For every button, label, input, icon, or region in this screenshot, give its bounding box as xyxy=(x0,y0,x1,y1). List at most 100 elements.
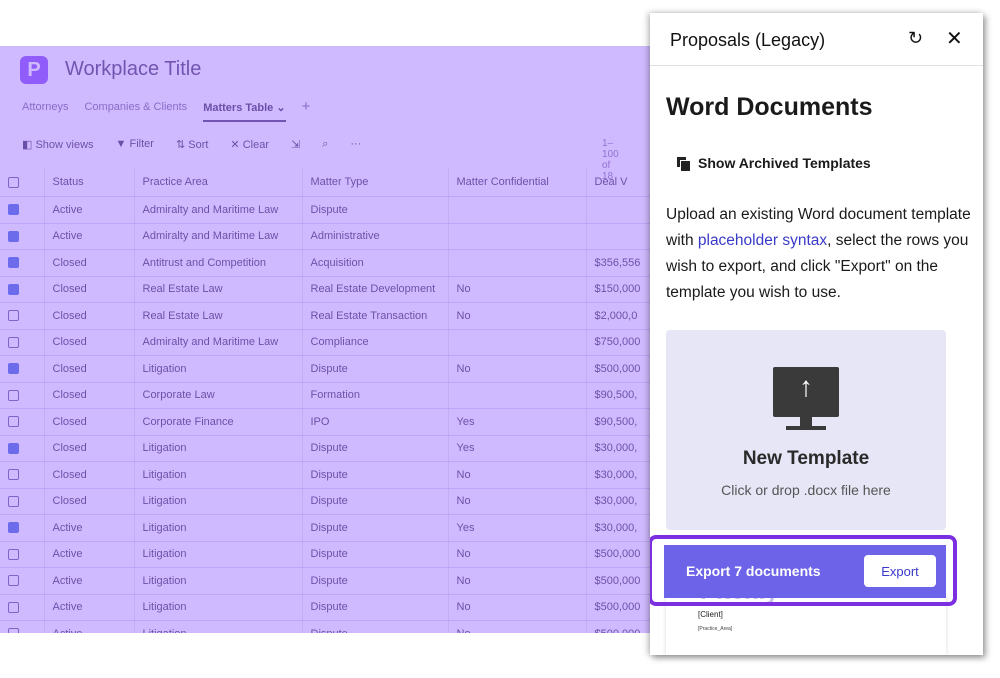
cell-deal[interactable]: $500,000 xyxy=(586,541,660,568)
cell-conf[interactable] xyxy=(448,329,587,356)
cell-conf[interactable]: No xyxy=(448,620,587,633)
row-checkbox[interactable] xyxy=(0,567,45,595)
cell-status[interactable]: Closed xyxy=(44,329,135,356)
cell-type[interactable]: Acquisition xyxy=(302,249,449,277)
table-row[interactable]: Closed Real Estate Law Real Estate Develop… xyxy=(0,276,660,303)
table-row[interactable]: Closed Litigation Dispute Yes $30,000, xyxy=(0,435,660,462)
cell-status[interactable]: Closed xyxy=(44,408,135,436)
cell-status[interactable]: Active xyxy=(44,567,135,595)
cell-deal[interactable]: $500,000 xyxy=(586,567,660,595)
column-header[interactable]: Matter Type xyxy=(302,168,449,197)
sort-button[interactable]: ⇅ Sort xyxy=(176,138,208,151)
cell-deal[interactable] xyxy=(586,196,660,224)
row-checkbox[interactable] xyxy=(0,620,45,633)
cell-status[interactable]: Closed xyxy=(44,488,135,515)
row-checkbox[interactable] xyxy=(0,223,45,250)
cell-area[interactable]: Real Estate Law xyxy=(134,276,303,303)
cell-area[interactable]: Litigation xyxy=(134,567,303,595)
table-row[interactable]: Closed Litigation Dispute No $30,000, xyxy=(0,461,660,489)
cell-type[interactable]: Dispute xyxy=(302,355,449,383)
cell-conf[interactable]: Yes xyxy=(448,514,587,542)
table-row[interactable]: Active Litigation Dispute Yes $30,000, xyxy=(0,514,660,542)
cell-type[interactable]: Real Estate Transaction xyxy=(302,302,449,330)
cell-area[interactable]: Litigation xyxy=(134,620,303,633)
table-row[interactable]: Closed Corporate Finance IPO Yes $90,500, xyxy=(0,408,660,436)
table-row[interactable]: Closed Corporate Law Formation $90,500, xyxy=(0,382,660,409)
cell-type[interactable]: Dispute xyxy=(302,620,449,633)
cell-type[interactable]: IPO xyxy=(302,408,449,436)
close-icon[interactable]: ✕ xyxy=(946,26,963,51)
refresh-icon[interactable]: ↻ xyxy=(908,28,923,49)
cell-conf[interactable]: No xyxy=(448,567,587,595)
cell-status[interactable]: Closed xyxy=(44,461,135,489)
cell-area[interactable]: Admiralty and Maritime Law xyxy=(134,196,303,224)
cell-deal[interactable]: $30,000, xyxy=(586,461,660,489)
cell-deal[interactable]: $150,000 xyxy=(586,276,660,303)
cell-conf[interactable] xyxy=(448,223,587,250)
cell-area[interactable]: Litigation xyxy=(134,488,303,515)
new-template-dropzone[interactable]: ↑ New Template Click or drop .docx file … xyxy=(666,330,946,530)
collapse-icon[interactable]: ⇲ xyxy=(291,138,300,151)
cell-deal[interactable]: $356,556 xyxy=(586,249,660,277)
cell-status[interactable]: Active xyxy=(44,594,135,621)
cell-status[interactable]: Closed xyxy=(44,249,135,277)
table-row[interactable]: ActiveLitigationDisputeNo$500,000 xyxy=(0,567,660,595)
table-row[interactable]: ActiveLitigationDisputeNo$500,000 xyxy=(0,541,660,568)
cell-deal[interactable]: $500,000 xyxy=(586,594,660,621)
cell-type[interactable]: Real Estate Development xyxy=(302,276,449,303)
cell-conf[interactable]: No xyxy=(448,355,587,383)
row-checkbox[interactable] xyxy=(0,329,45,356)
row-checkbox[interactable] xyxy=(0,196,45,224)
cell-area[interactable]: Corporate Law xyxy=(134,382,303,409)
placeholder-syntax-link[interactable]: placeholder syntax xyxy=(698,232,827,249)
cell-status[interactable]: Active xyxy=(44,196,135,224)
cell-conf[interactable] xyxy=(448,382,587,409)
cell-type[interactable]: Compliance xyxy=(302,329,449,356)
cell-area[interactable]: Litigation xyxy=(134,461,303,489)
cell-area[interactable]: Admiralty and Maritime Law xyxy=(134,329,303,356)
cell-conf[interactable]: No xyxy=(448,276,587,303)
cell-type[interactable]: Formation xyxy=(302,382,449,409)
cell-area[interactable]: Admiralty and Maritime Law xyxy=(134,223,303,250)
cell-area[interactable]: Litigation xyxy=(134,541,303,568)
cell-deal[interactable]: $500,000 xyxy=(586,355,660,383)
cell-deal[interactable]: $90,500, xyxy=(586,382,660,409)
table-row[interactable]: Closed Antitrust and Competition Acquisiti… xyxy=(0,249,660,277)
cell-status[interactable]: Closed xyxy=(44,355,135,383)
cell-status[interactable]: Closed xyxy=(44,435,135,462)
cell-deal[interactable]: $90,500, xyxy=(586,408,660,436)
row-checkbox[interactable] xyxy=(0,302,45,330)
more-icon[interactable]: ··· xyxy=(350,138,361,151)
filter-button[interactable]: ▼ Filter xyxy=(116,138,154,151)
row-checkbox[interactable] xyxy=(0,276,45,303)
cell-status[interactable]: Active xyxy=(44,620,135,633)
column-header[interactable]: Practice Area xyxy=(134,168,303,197)
cell-area[interactable]: Litigation xyxy=(134,594,303,621)
cell-conf[interactable]: No xyxy=(448,541,587,568)
cell-deal[interactable]: $30,000, xyxy=(586,435,660,462)
column-header[interactable]: Deal V xyxy=(586,168,660,197)
cell-conf[interactable]: No xyxy=(448,302,587,330)
select-all-checkbox[interactable] xyxy=(0,168,45,197)
table-row[interactable]: Closed Real Estate Law Real Estate Transac… xyxy=(0,302,660,330)
cell-conf[interactable]: Yes xyxy=(448,435,587,462)
cell-type[interactable]: Dispute xyxy=(302,196,449,224)
cell-type[interactable]: Dispute xyxy=(302,567,449,595)
cell-type[interactable]: Dispute xyxy=(302,461,449,489)
cell-type[interactable]: Dispute xyxy=(302,594,449,621)
show-views-button[interactable]: ◧ Show views xyxy=(22,138,94,151)
cell-type[interactable]: Dispute xyxy=(302,541,449,568)
row-checkbox[interactable] xyxy=(0,488,45,515)
column-header[interactable]: Matter Confidential xyxy=(448,168,587,197)
cell-conf[interactable]: No xyxy=(448,461,587,489)
cell-conf[interactable]: No xyxy=(448,488,587,515)
cell-area[interactable]: Corporate Finance xyxy=(134,408,303,436)
cell-area[interactable]: Real Estate Law xyxy=(134,302,303,330)
row-checkbox[interactable] xyxy=(0,461,45,489)
cell-type[interactable]: Administrative xyxy=(302,223,449,250)
table-row[interactable]: ActiveLitigationDisputeNo$500,000 xyxy=(0,594,660,621)
clear-button[interactable]: ✕ Clear xyxy=(230,138,269,151)
cell-deal[interactable]: $500,000 xyxy=(586,620,660,633)
row-checkbox[interactable] xyxy=(0,541,45,568)
table-row[interactable]: Active Admiralty and Maritime Law Administ… xyxy=(0,223,660,250)
